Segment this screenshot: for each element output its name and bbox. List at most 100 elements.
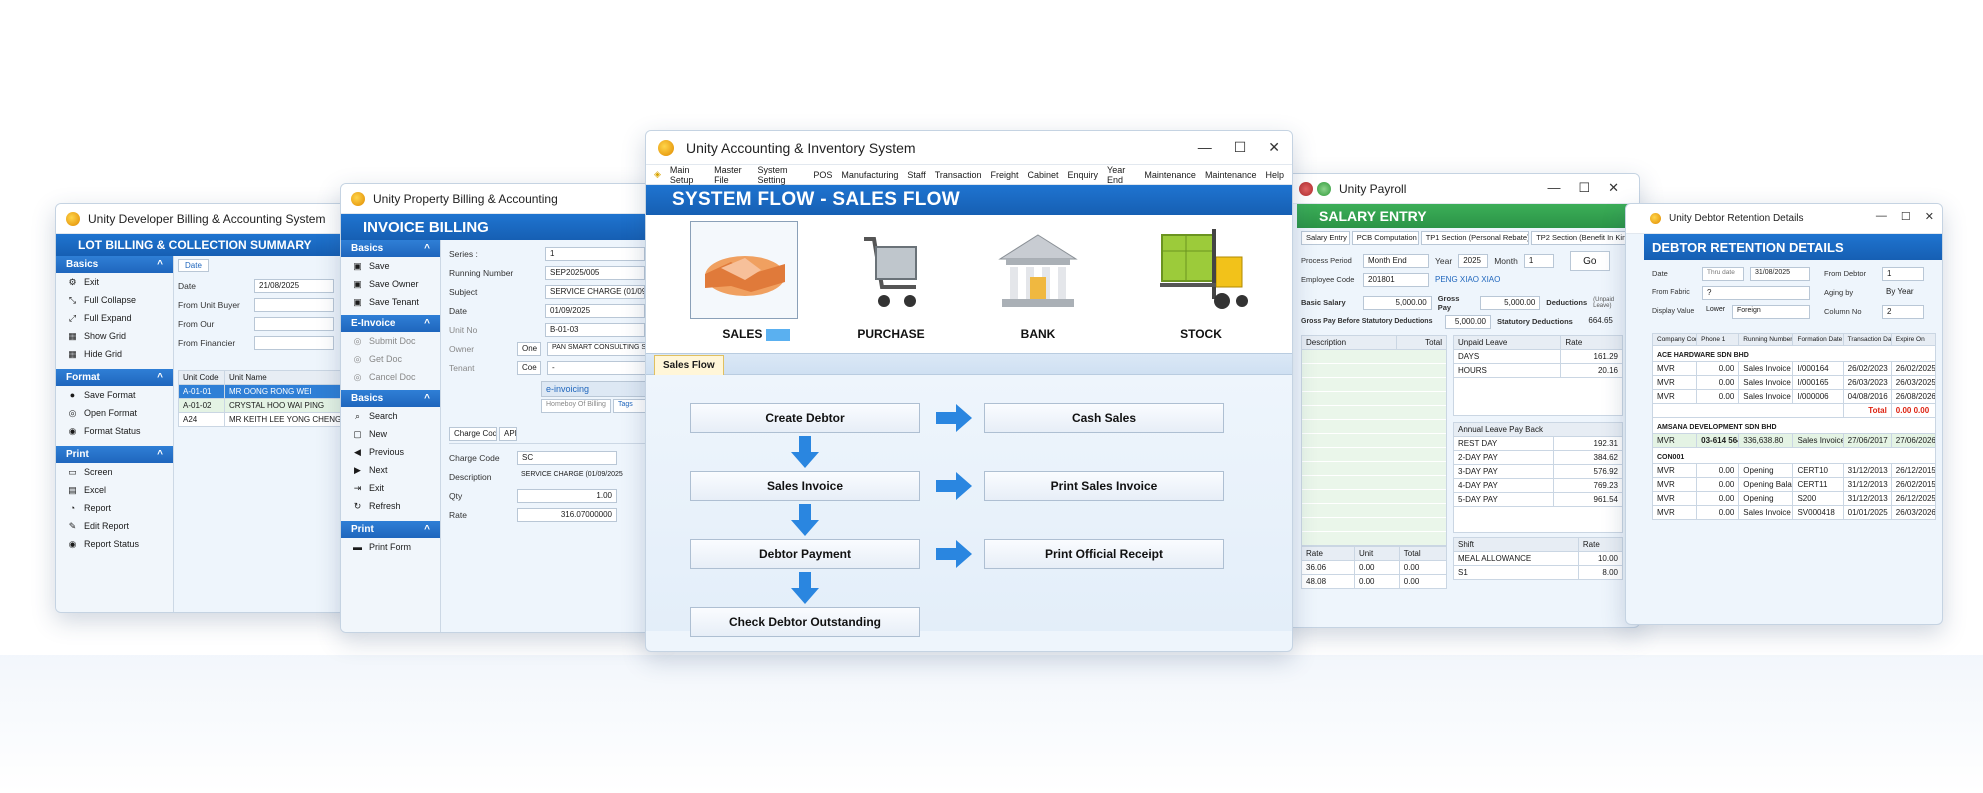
charge-code-field[interactable]: SC [517,450,617,465]
table-row[interactable]: MVR 0.00 Opening S200 31/12/2013 26/12/2025 [1651,491,1937,506]
menu-maintenance-2[interactable]: Maintenance [1205,170,1257,180]
report-status-button[interactable]: ◉ Report Status [56,535,173,553]
owner-button[interactable]: One [517,341,541,356]
screen-button[interactable]: ▭ Screen [56,463,173,481]
cancel-doc-button[interactable]: ◎ Cancel Doc [341,368,440,386]
year-select[interactable]: 2025 [1458,253,1489,268]
close-icon[interactable]: ✕ [1268,139,1280,156]
menu-cabinet[interactable]: Cabinet [1027,170,1058,180]
from-debtor-field[interactable]: 1 [1882,266,1924,281]
bank-icon[interactable] [996,229,1080,313]
section-basics[interactable]: Basics ^ [341,240,440,257]
shopping-cart-icon[interactable] [858,227,924,317]
show-grid-button[interactable]: ▦ Show Grid [56,327,173,345]
menu-main-setup[interactable]: Main Setup [670,165,705,185]
table-row[interactable]: REST DAY 192.31 [1452,436,1623,451]
tab-api[interactable]: API [499,427,517,441]
tab-charge-code[interactable]: Charge Code [449,427,497,441]
column-no-field[interactable]: 2 [1882,304,1924,319]
sales-module-button[interactable] [690,221,798,319]
save-tenant-button[interactable]: ▣ Save Tenant [341,293,440,311]
table-row[interactable]: A-01-02 CRYSTAL HOO WAI PING [178,398,351,413]
menu-year-end[interactable]: Year End [1107,165,1135,185]
full-collapse-button[interactable]: ⤡ Full Collapse [56,291,173,309]
menu-manufacturing[interactable]: Manufacturing [841,170,898,180]
maximize-icon[interactable]: ☐ [1234,139,1247,156]
save-owner-button[interactable]: ▣ Save Owner [341,275,440,293]
app-menu-icon[interactable]: ◈ [654,169,661,180]
aging-by-select[interactable]: By Year [1882,286,1924,300]
tenant-field[interactable]: - [547,360,647,375]
table-row[interactable]: MVR 0.00 Sales Invoice I/000006 04/08/2016 26… [1651,389,1937,404]
section-format[interactable]: Format ^ [56,369,173,386]
minimize-icon[interactable]: — [1198,139,1212,156]
section-einvoice[interactable]: E-Invoice ^ [341,315,440,332]
einvoicing-tab[interactable]: e-invoicing [541,381,651,397]
report-button[interactable]: ◔ Report [56,499,173,517]
process-period-select[interactable]: Month End [1363,253,1429,268]
section-print[interactable]: Print ^ [56,446,173,463]
gross-pay-field[interactable]: 5,000.00 [1479,295,1541,310]
maximize-icon[interactable]: ☐ [1901,210,1911,223]
print-form-button[interactable]: ▬ Print Form [341,538,440,556]
get-doc-button[interactable]: ◎ Get Doc [341,350,440,368]
date-field[interactable]: 01/09/2025 [545,303,645,318]
table-row[interactable]: HOURS 20.16 [1452,363,1623,378]
table-row[interactable]: A-01-01 MR OONG RONG WEI [178,384,351,399]
section-basics[interactable]: Basics ^ [56,256,173,273]
menu-staff[interactable]: Staff [907,170,925,180]
tab-sales-flow[interactable]: Sales Flow [654,355,724,376]
exit-button[interactable]: ⇥ Exit [341,479,440,497]
menu-transaction[interactable]: Transaction [935,170,982,180]
date-field[interactable]: 21/08/2025 [254,278,334,293]
search-button[interactable]: ⌕ Search [341,407,440,425]
table-row[interactable]: 36.06 0.00 0.00 [1301,560,1448,575]
date-operator-select[interactable]: Thru date [1702,266,1744,281]
sales-invoice-button[interactable]: Sales Invoice [690,471,920,501]
check-debtor-outstanding-button[interactable]: Check Debtor Outstanding [690,607,920,637]
table-row[interactable]: MVR0.00Opening BalanceCERT1131/12/201326… [1651,477,1937,492]
table-row[interactable]: S1 8.00 [1453,565,1624,580]
save-format-button[interactable]: ● Save Format [56,386,173,404]
from-financier-field[interactable] [254,335,334,350]
menu-help[interactable]: Help [1265,170,1284,180]
gross-before-statutory-field[interactable]: 5,000.00 [1445,314,1491,329]
subject-field[interactable]: SERVICE CHARGE (01/09/2025 [545,284,645,299]
display-value-select[interactable]: Foreign [1732,304,1810,319]
menu-pos[interactable]: POS [813,170,832,180]
hide-grid-button[interactable]: ▦ Hide Grid [56,345,173,363]
print-sales-invoice-button[interactable]: Print Sales Invoice [984,471,1224,501]
employee-code-field[interactable]: 201801 [1363,272,1429,287]
edit-report-button[interactable]: ✎ Edit Report [56,517,173,535]
section-basics-2[interactable]: Basics ^ [341,390,440,407]
series-field[interactable]: 1 [545,246,645,261]
owner-field[interactable]: PAN SMART CONSULTING SDN [547,341,647,356]
tenant-button[interactable]: Coe [517,360,541,375]
go-button[interactable]: Go [1569,250,1610,271]
menu-system-setting[interactable]: System Setting [758,165,805,185]
from-fabric-field[interactable]: ? [1702,285,1810,300]
minimize-icon[interactable]: — [1547,180,1560,196]
create-debtor-button[interactable]: Create Debtor [690,403,920,433]
table-row[interactable]: MVR 0.00 Sales Invoice I/000165 26/03/2023 26… [1651,375,1937,390]
open-format-button[interactable]: ◎ Open Format [56,404,173,422]
forklift-icon[interactable] [1156,221,1252,317]
menu-master-file[interactable]: Master File [714,165,748,185]
display-operator[interactable]: Lower [1702,305,1726,319]
refresh-button[interactable]: ↻ Refresh [341,497,440,515]
tab-tp2[interactable]: TP2 Section (Benefit In Kind) [1531,231,1633,245]
section-print[interactable]: Print ^ [341,521,440,538]
table-row[interactable]: 3-DAY PAY 576.92 [1452,464,1623,479]
tab-tp1[interactable]: TP1 Section (Personal Rebate) [1420,231,1530,245]
tags-field[interactable]: Tags [613,399,649,413]
from-our-field[interactable] [254,316,334,331]
submit-doc-button[interactable]: ◎ Submit Doc [341,332,440,350]
table-row[interactable]: MVR03-614 5644336,638.80Sales Invoice27/… [1651,433,1937,448]
table-row[interactable]: A24 MR KEITH LEE YONG CHENG [178,412,351,427]
minimize-icon[interactable]: — [1876,210,1887,223]
description-field[interactable]: SERVICE CHARGE (01/09/2025 [517,470,627,484]
statutory-deductions-field[interactable]: 664.65 [1579,315,1617,329]
table-row[interactable]: DAYS 161.29 [1452,349,1623,364]
unit-no-field[interactable]: B-01-03 [545,322,645,337]
table-row[interactable]: 48.08 0.00 0.00 [1301,574,1448,589]
